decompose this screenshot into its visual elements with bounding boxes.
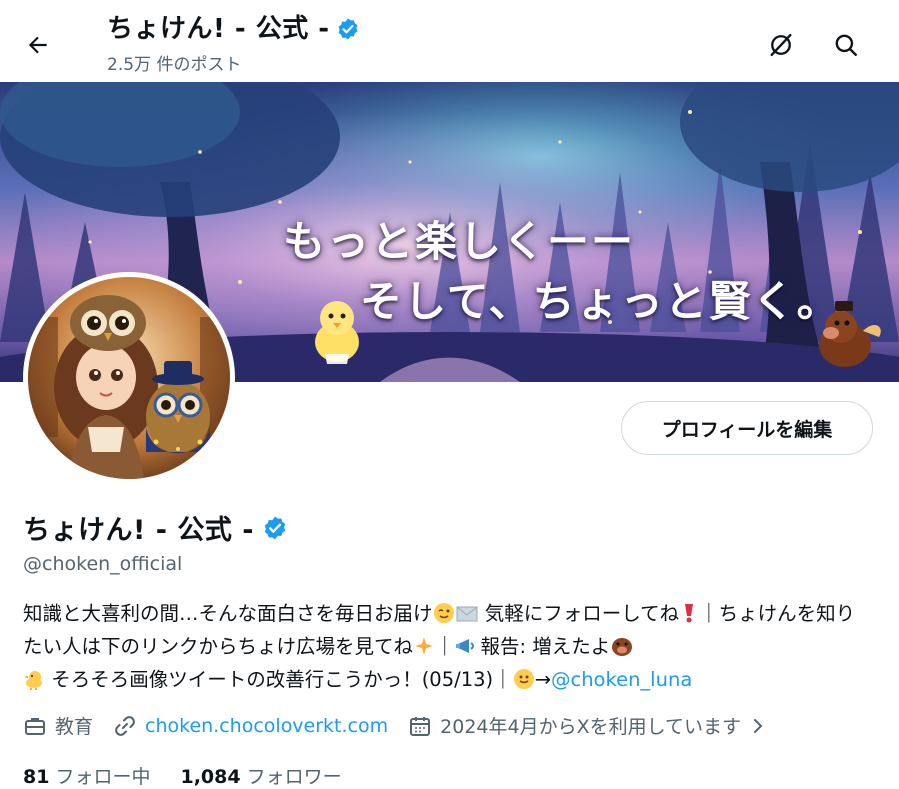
follow-stats: 81 フォロー中 1,084 フォロワー [23, 762, 342, 789]
sparkles-icon [415, 637, 434, 655]
grok-icon [770, 33, 792, 57]
edit-profile-button[interactable]: プロフィールを編集 [621, 401, 873, 455]
smiling-face-icon [513, 669, 534, 689]
profile-bio: 知識と大喜利の間…そんな面白さを毎日お届け 気軽にフォローしてね ｜ちょけんを知り… [23, 597, 868, 696]
profile-avatar[interactable] [23, 272, 235, 484]
followers-count: 1,084 [180, 766, 241, 788]
bio-mention-link[interactable]: @choken_luna [551, 668, 692, 691]
bio-text-6: そろそろ画像ツイートの改善行こうかっ！(05/13)｜ [45, 668, 513, 691]
profile-meta: 教育 choken.chocoloverkt.com 2024年4月からXを利用… [23, 712, 787, 739]
chick-icon [24, 671, 42, 690]
profile-name: ちょけん! - 公式 - [23, 508, 288, 547]
bio-text-5: 報告: 増えたよ [480, 635, 611, 658]
bio-text-1: 知識と大喜利の間…そんな面白さを毎日お届け [23, 602, 433, 625]
website-link[interactable]: choken.chocoloverkt.com [145, 715, 388, 737]
search-button[interactable] [825, 24, 867, 66]
verified-badge-icon[interactable] [262, 515, 288, 541]
header-title-group: ちょけん! - 公式 - 2.5万 件のポスト [107, 12, 360, 75]
winking-face-icon [433, 603, 454, 623]
megaphone-icon [455, 639, 474, 653]
envelope-icon [456, 606, 478, 622]
bio-text-4: ｜ [435, 635, 455, 658]
joined-label: 2024年4月からXを利用しています [440, 716, 742, 738]
banner-text-line2: そして、ちょっと賢く。 [360, 277, 841, 326]
avatar-illustration [28, 277, 230, 479]
arrow-left-icon [28, 36, 47, 54]
website-item: choken.chocoloverkt.com [113, 714, 388, 738]
verified-badge-icon [338, 18, 358, 40]
search-icon [835, 34, 857, 56]
boar-icon [612, 638, 633, 656]
header-title: ちょけん! - 公式 - [107, 12, 360, 46]
following-label: フォロー中 [55, 766, 151, 788]
grok-button[interactable] [760, 24, 802, 66]
chevron-right-icon [754, 718, 763, 733]
joined-item[interactable]: 2024年4月からXを利用しています [408, 712, 767, 739]
header-title-text: ちょけん! - 公式 - [107, 14, 330, 44]
briefcase-icon [25, 717, 45, 735]
followers-label: フォロワー [246, 766, 342, 788]
calendar-icon [410, 716, 431, 736]
exclamation-mark-icon [685, 604, 694, 623]
link-icon [115, 715, 135, 736]
post-count: 2.5万 件のポスト [107, 55, 242, 75]
profile-header: ちょけん! - 公式 - 2.5万 件のポスト [0, 0, 899, 82]
back-button[interactable] [18, 25, 58, 65]
banner-text-line1: もっと楽しくーー [283, 217, 636, 266]
followers-link[interactable]: 1,084 フォロワー [180, 762, 341, 789]
profile-handle: @choken_official [23, 553, 183, 575]
category-item: 教育 [23, 712, 93, 739]
category-label: 教育 [55, 716, 94, 738]
following-link[interactable]: 81 フォロー中 [23, 762, 150, 789]
bio-text-7: → [534, 668, 551, 691]
following-count: 81 [23, 766, 50, 788]
profile-name-text: ちょけん! - 公式 - [23, 515, 254, 546]
bio-text-2: 気軽にフォローしてね [478, 602, 680, 625]
